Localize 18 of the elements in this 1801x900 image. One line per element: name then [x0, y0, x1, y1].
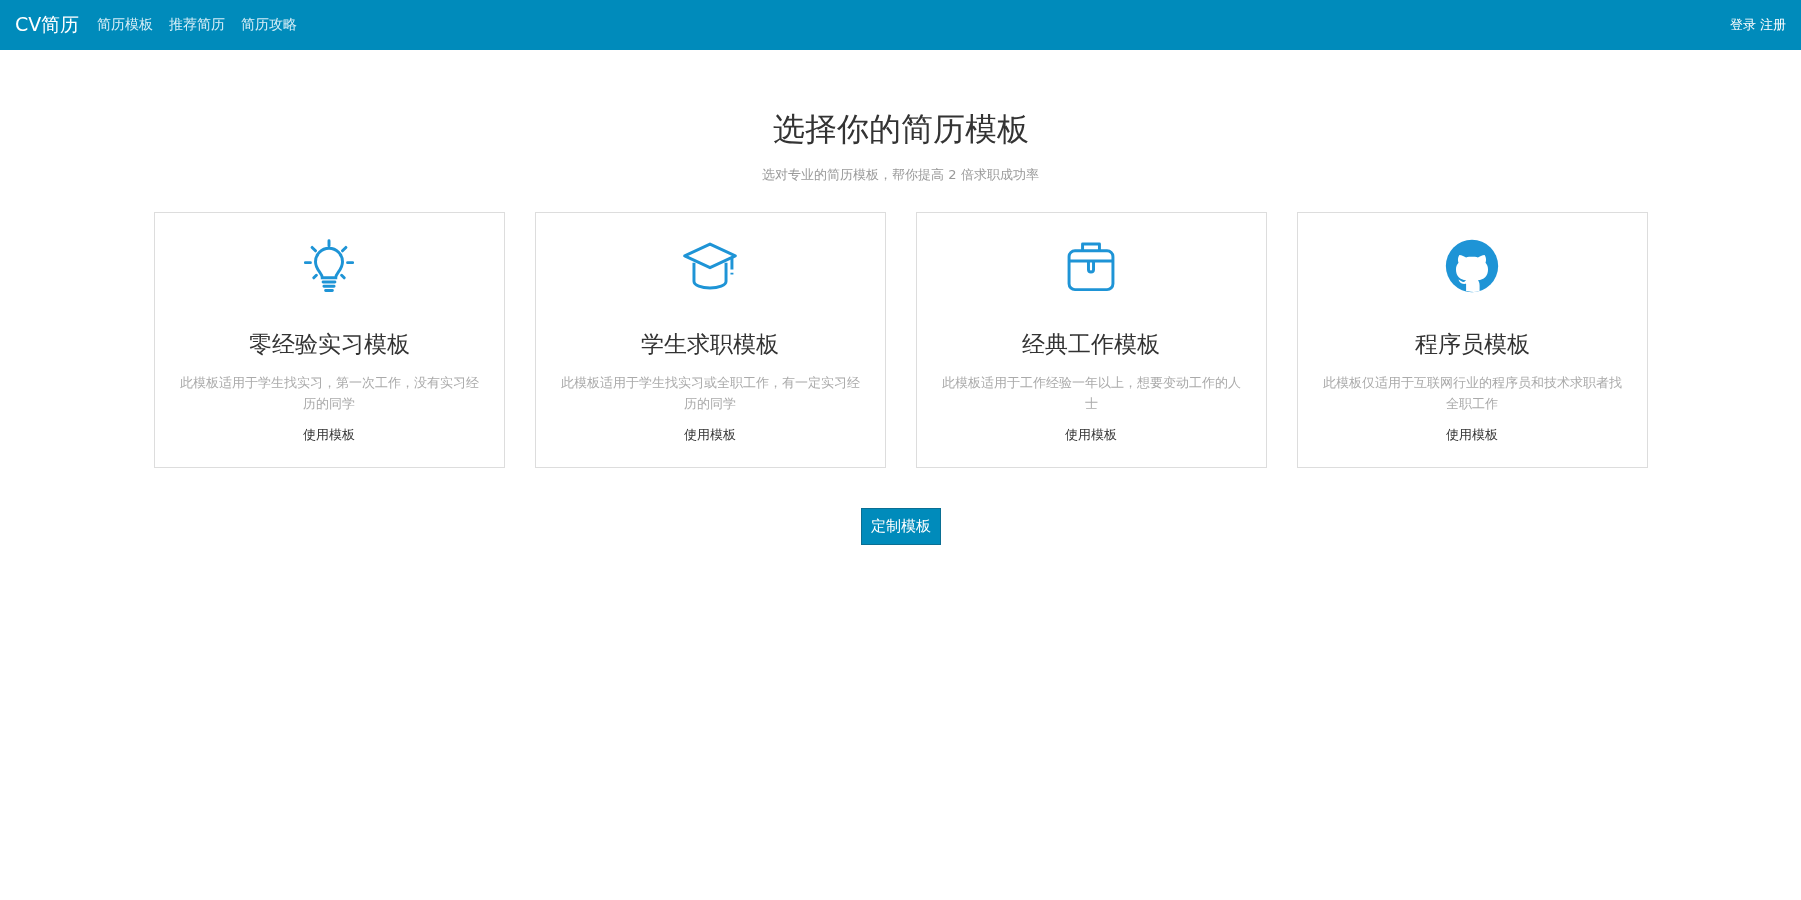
nav-link[interactable]: 简历模板: [97, 16, 154, 34]
card-title: 经典工作模板: [1022, 330, 1160, 359]
page-title: 选择你的简历模板: [771, 109, 1030, 150]
use-template-link[interactable]: 使用模板: [684, 426, 736, 444]
card-title: 零经验实习模板: [248, 330, 410, 359]
nav-link[interactable]: 推荐简历: [169, 16, 226, 34]
card-title: 程序员模板: [1414, 330, 1530, 359]
use-template-link[interactable]: 使用模板: [303, 426, 355, 444]
use-template-link[interactable]: 使用模板: [1446, 426, 1498, 444]
custom-template-button[interactable]: 定制模板: [860, 508, 941, 545]
use-template-link[interactable]: 使用模板: [1065, 426, 1117, 444]
brand-logo[interactable]: CV简历: [15, 12, 80, 38]
account-link[interactable]: 注册: [1760, 16, 1786, 34]
account-link[interactable]: 登录: [1730, 16, 1756, 34]
page-subtitle: 选对专业的简历模板，帮你提高 2 倍求职成功率: [761, 166, 1040, 184]
card-title: 学生求职模板: [641, 330, 779, 359]
card-description: 此模板仅适用于互联网行业的程序员和技术求职者找全职工作: [1321, 374, 1623, 413]
nav-link[interactable]: 简历攻略: [241, 16, 298, 34]
